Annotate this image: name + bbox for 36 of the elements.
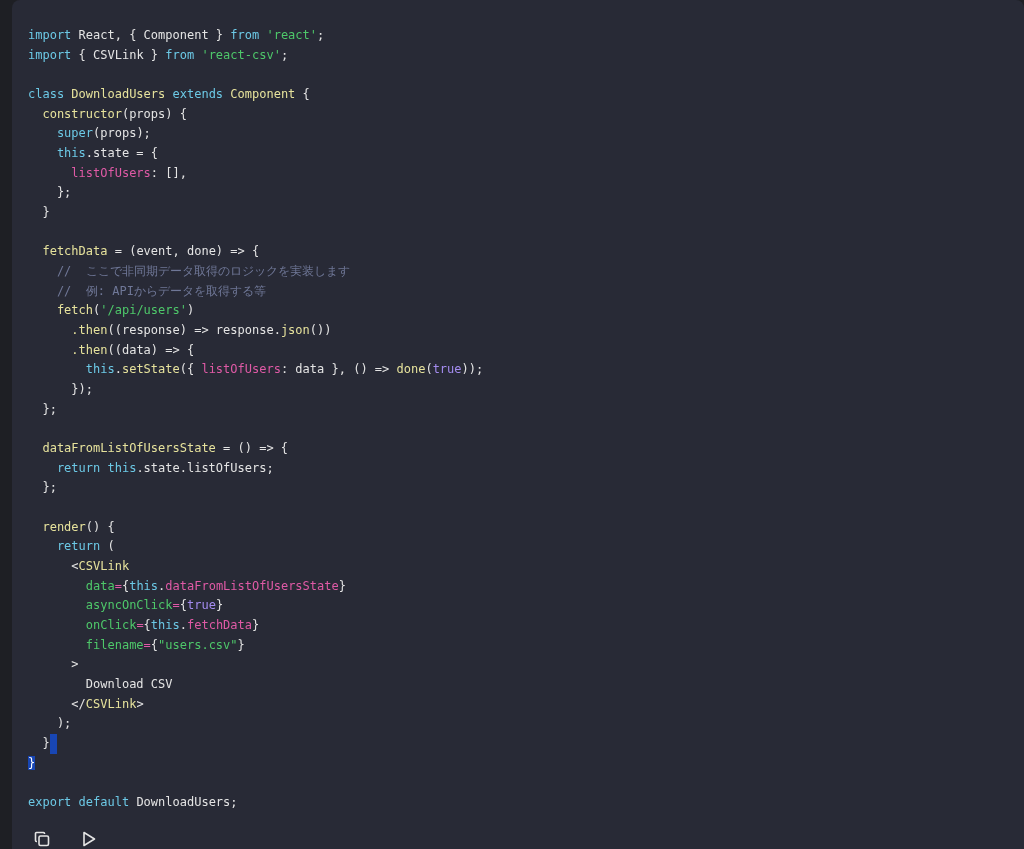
code-line: import { CSVLink } from 'react-csv'; (28, 46, 290, 64)
code-line: data={this.dataFromListOfUsersState} (84, 577, 347, 595)
code-line: render() { (41, 518, 116, 536)
code-line: .then((data) => { (70, 341, 196, 359)
code-line: export default DownloadUsers; (28, 794, 239, 812)
code-line: fetchData = (event, done) => { (41, 243, 261, 261)
code-line: constructor(props) { (41, 105, 188, 123)
code-line: }; (55, 184, 73, 202)
code-line: class DownloadUsers extends Component { (28, 86, 311, 103)
code-line: asyncOnClick={true} (84, 597, 225, 615)
code-line: dataFromListOfUsersState = () => { (41, 440, 290, 458)
copy-icon (34, 830, 50, 847)
code-line: }; (41, 479, 58, 497)
code-line: }; (41, 400, 58, 418)
code-line: } (28, 734, 1008, 754)
code-line: super(props); (55, 125, 152, 143)
code-line: <CSVLink (70, 558, 131, 576)
code-line: return ( (55, 538, 116, 556)
code-line: import React, { Component } from 'react'; (28, 27, 326, 44)
code-line: }); (70, 381, 95, 399)
code-line: // 例: APIからデータを取得する等 (55, 282, 267, 300)
code-line: } (41, 204, 51, 222)
code-line: // ここで非同期データ取得のロジックを実装します (55, 263, 351, 281)
code-line: filename={"users.csv"} (84, 636, 246, 654)
play-icon (82, 830, 96, 847)
code-line: this.setState({ listOfUsers: data }, () => done(true)); (84, 361, 485, 379)
code-line: onClick={this.fetchData} (84, 617, 261, 635)
code-line: this.state = { (55, 145, 160, 162)
code-line: Download CSV (84, 676, 174, 694)
code-line: listOfUsers: [], (70, 164, 188, 182)
code-line: ); (55, 715, 73, 733)
code-line: .then((response) => response.json()) (70, 322, 333, 340)
code-line: > (70, 656, 80, 674)
code-line: return this.state.listOfUsers; (55, 459, 275, 477)
code-line: </CSVLink> (70, 695, 145, 713)
code-line: fetch('/api/users') (55, 302, 196, 320)
